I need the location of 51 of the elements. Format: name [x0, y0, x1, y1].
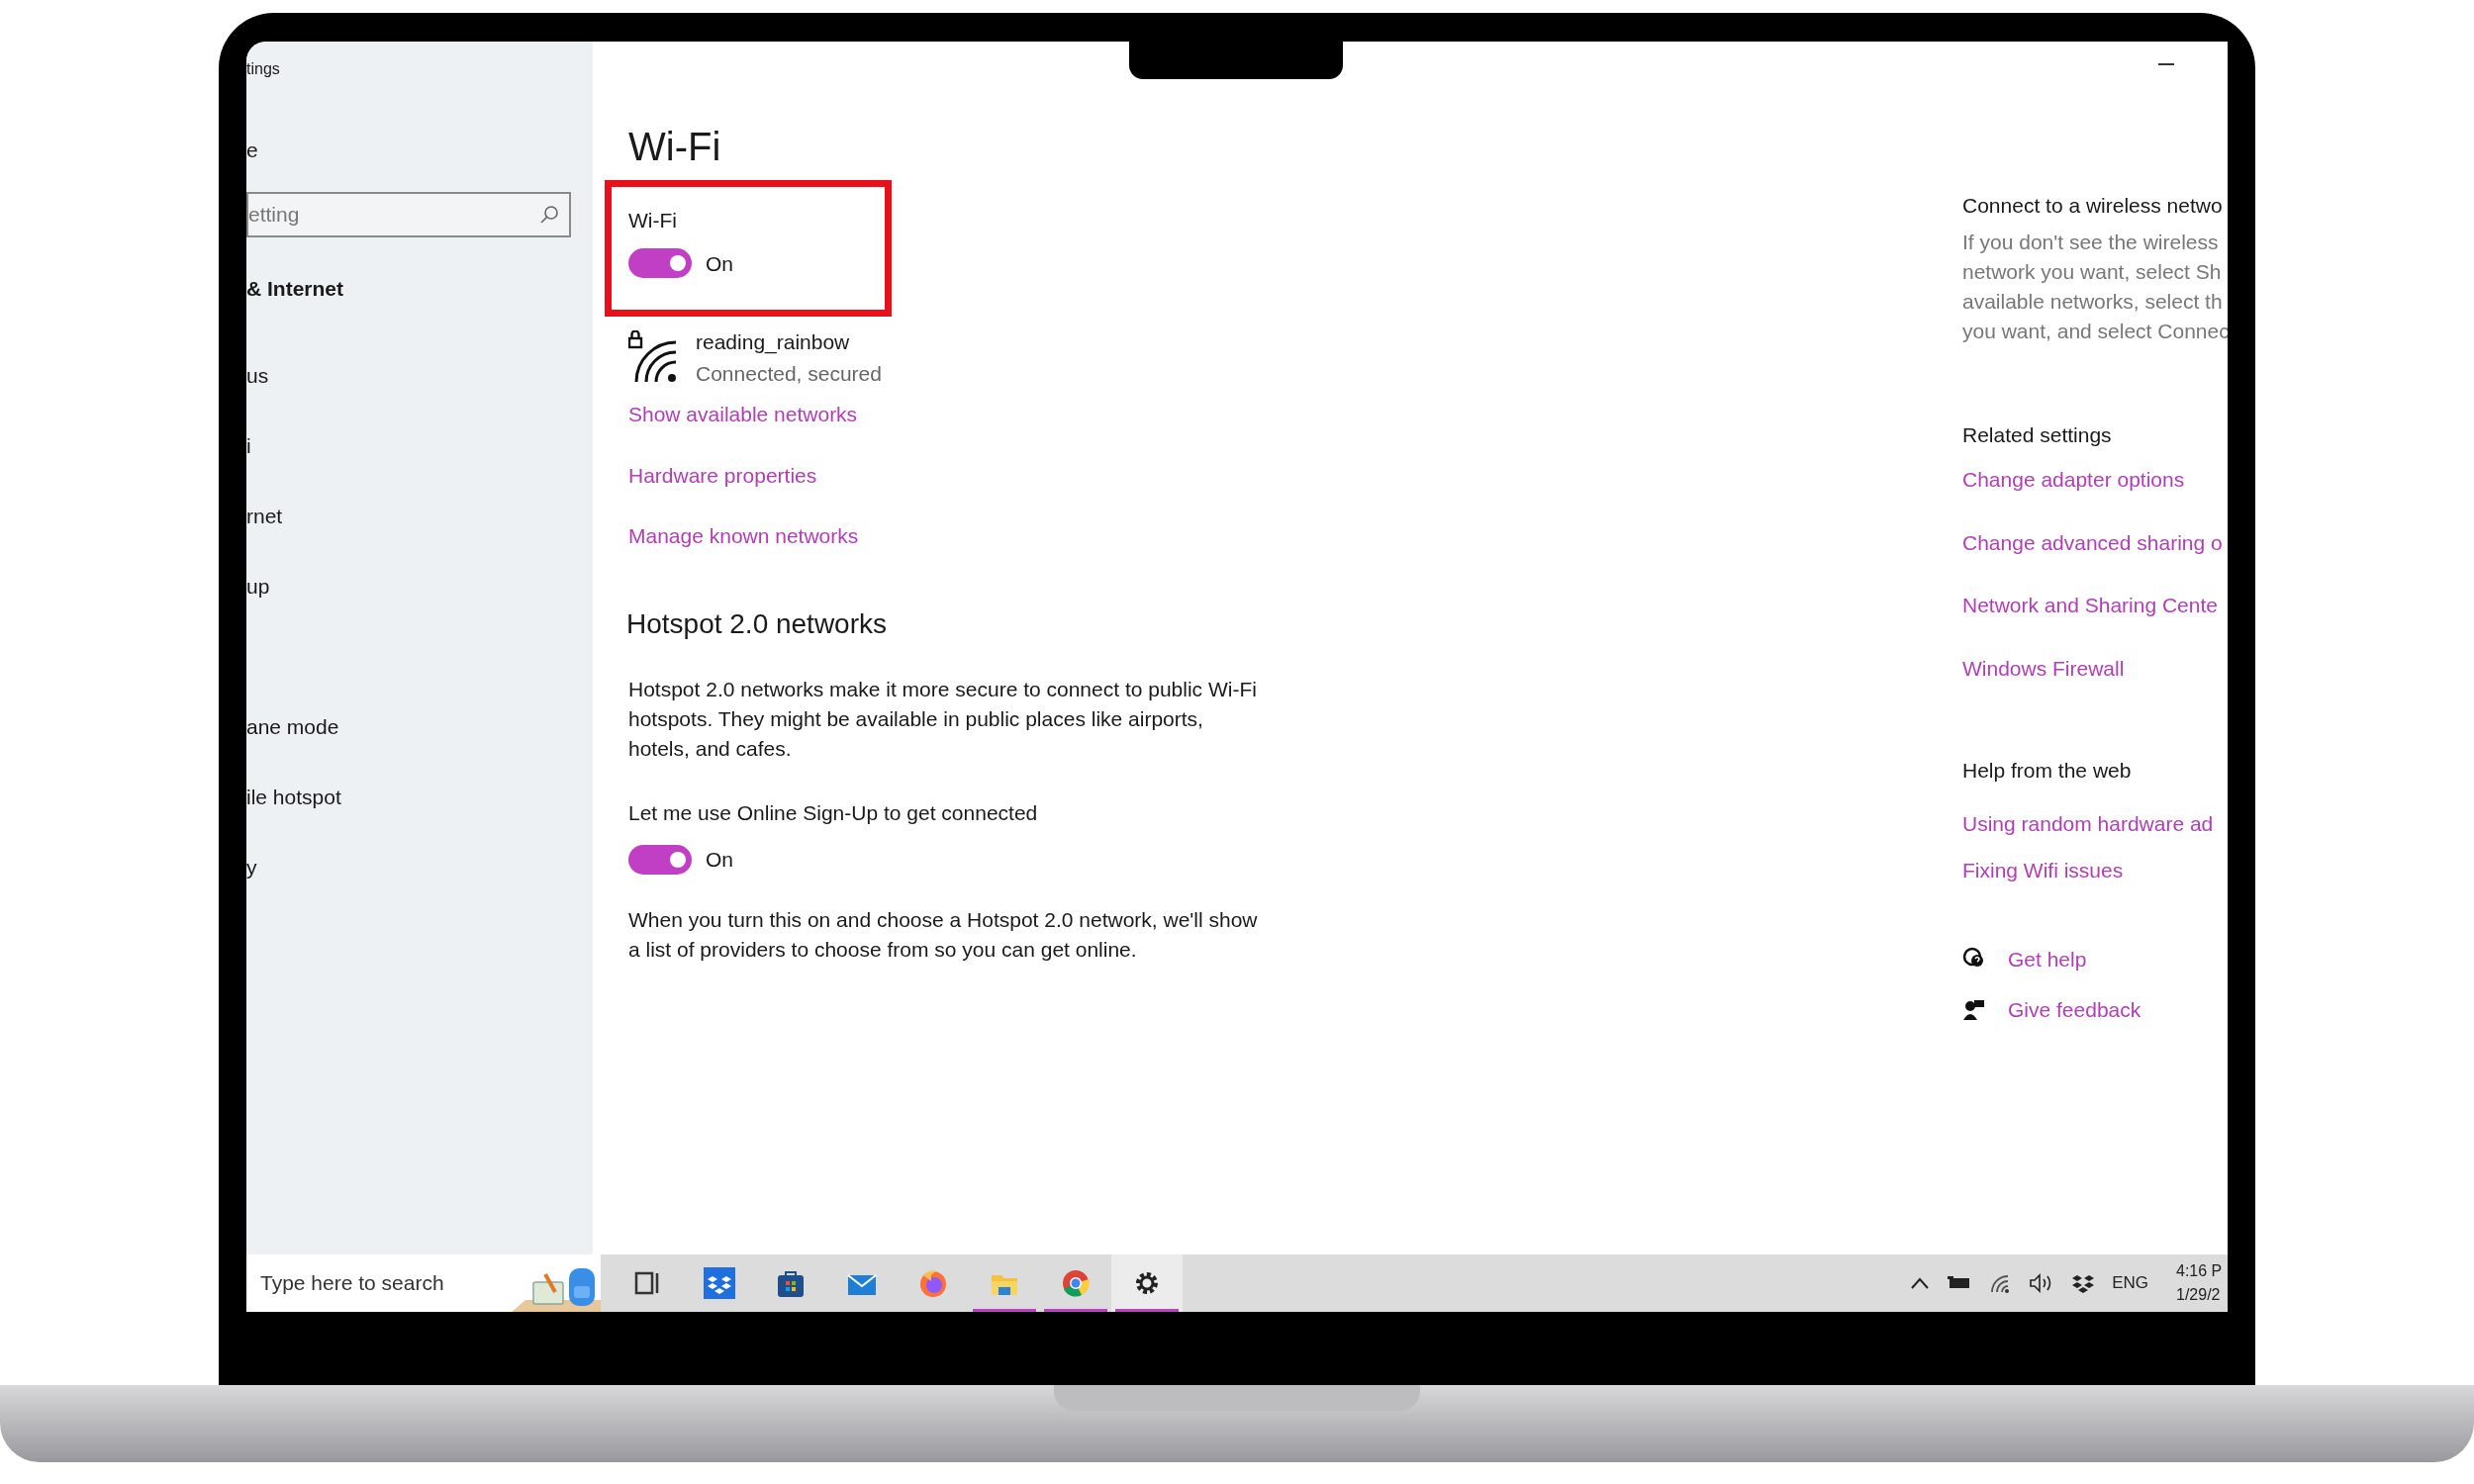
settings-link[interactable]: Manage known networks: [628, 520, 859, 552]
window-title: tings: [246, 59, 281, 77]
nav-item[interactable]: ane mode: [246, 711, 593, 739]
search-icon: [539, 205, 559, 225]
wifi-icon: [1989, 1273, 2012, 1293]
minimize-icon: [2158, 63, 2174, 65]
clock-date[interactable]: 1/29/2: [2176, 1283, 2221, 1307]
section-heading: Connect to a wireless netwo: [1962, 193, 2224, 219]
page-title: Wi-Fi: [628, 124, 722, 170]
toggle-label: Wi-Fi: [628, 208, 677, 233]
taskbar-app-button[interactable]: [1111, 1254, 1183, 1312]
settings-link[interactable]: Network and Sharing Cente: [1962, 590, 2218, 621]
toggle-label: Let me use Online Sign-Up to get connected: [628, 799, 1038, 826]
clock-time[interactable]: 4:16 P: [2176, 1259, 2223, 1283]
dropbox-icon: [704, 1267, 735, 1299]
settings-link[interactable]: Show available networks: [628, 399, 858, 430]
section-heading: Related settings: [1962, 421, 2113, 448]
battery-icon: [1948, 1275, 1972, 1291]
section-heading: & Internet: [246, 276, 344, 301]
nav-item[interactable]: e: [246, 135, 593, 162]
network-name: reading_rainbow: [696, 329, 851, 356]
toggle-switch[interactable]: [628, 248, 692, 279]
nav-item[interactable]: ile hotspot: [246, 782, 593, 809]
toggle-switch[interactable]: [628, 844, 692, 875]
toggle-state: On: [706, 847, 733, 873]
help-link[interactable]: Get help: [2008, 943, 2087, 974]
language-indicator[interactable]: ENG: [2112, 1270, 2148, 1296]
settings-link[interactable]: Change advanced sharing o: [1962, 526, 2223, 558]
nav-item[interactable]: us: [246, 360, 593, 388]
help-link[interactable]: Using random hardware ad: [1962, 807, 2214, 839]
description-text: Hotspot 2.0 networks make it more secure to connect to public Wi-Fi hotspots. They might be available in public places like airports, hotels, and cafes.: [628, 676, 1258, 762]
settings-link[interactable]: Windows Firewall: [1962, 652, 2125, 684]
nav-item[interactable]: y: [246, 852, 593, 880]
dropbox-icon: [2072, 1273, 2095, 1293]
toggle-state: On: [706, 250, 733, 277]
help-link[interactable]: Fixing Wifi issues: [1962, 855, 2124, 886]
description-text: When you turn this on and choose a Hotspot 2.0 network, we'll show a list of providers to choose from so you can get online.: [628, 906, 1259, 963]
settings-link[interactable]: Change adapter options: [1962, 464, 2185, 496]
settings-link[interactable]: Hardware properties: [628, 459, 817, 491]
person-icon: [1962, 997, 1986, 1022]
nav-item[interactable]: rnet: [246, 501, 593, 528]
chrome-ball-icon: [1060, 1267, 1092, 1299]
network-status: Connected, secured: [696, 360, 882, 387]
section-heading: Help from the web: [1962, 758, 2133, 784]
nav-item[interactable]: i: [246, 430, 593, 458]
wifi-lock-icon: [628, 330, 678, 384]
nav-item[interactable]: up: [246, 571, 593, 599]
search-field[interactable]: etting: [246, 192, 571, 237]
chevron-up-icon: [1910, 1276, 1931, 1290]
section-heading: Hotspot 2.0 networks: [626, 606, 888, 641]
help-link[interactable]: Give feedback: [2008, 994, 2141, 1026]
